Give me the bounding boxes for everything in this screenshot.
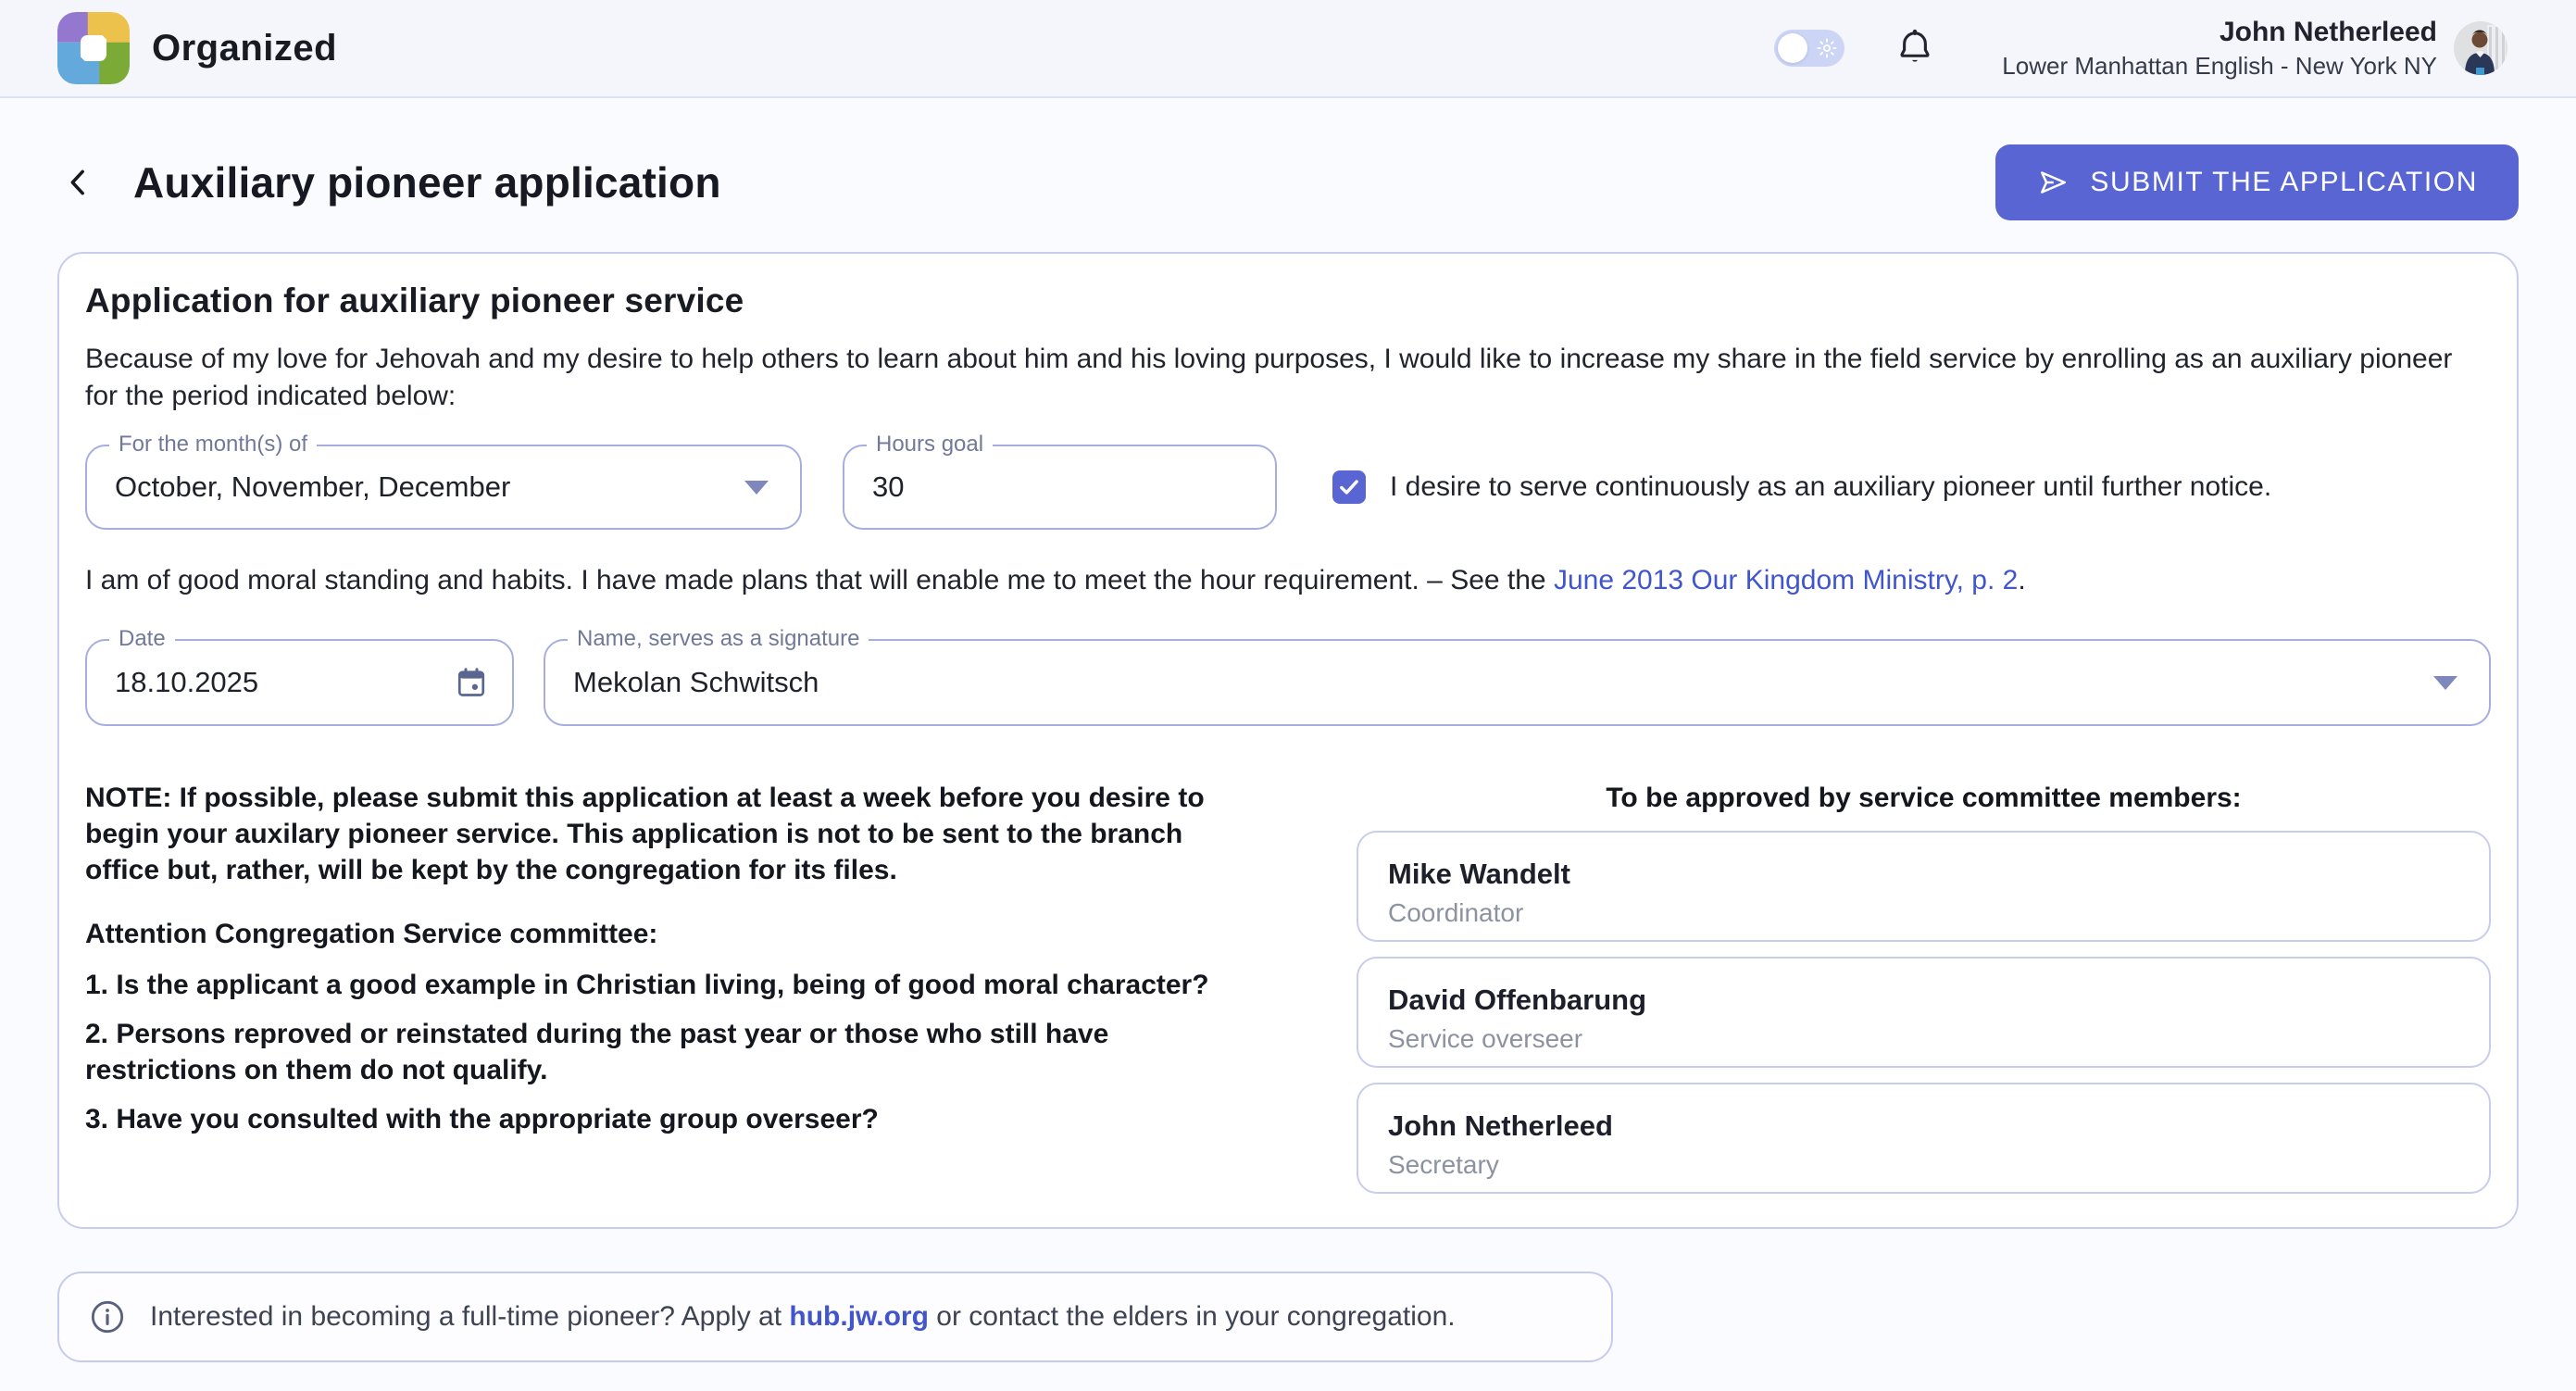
date-field-label: Date [109,626,175,652]
moral-statement: I am of good moral standing and habits. … [85,565,2491,596]
statement-period: . [2018,565,2025,595]
back-button[interactable] [57,161,100,204]
hub-jw-org-link[interactable]: hub.jw.org [789,1301,929,1332]
kingdom-ministry-link[interactable]: June 2013 Our Kingdom Ministry, p. 2 [1554,565,2018,595]
continuous-service-label: I desire to serve continuously as an aux… [1390,471,2271,503]
attention-paragraph: Attention Congregation Service committee… [85,916,1261,952]
submit-button-label: SUBMIT THE APPLICATION [2090,167,2478,198]
check-icon [1337,475,1361,499]
note-paragraph: NOTE: If possible, please submit this ap… [85,780,1261,888]
submit-application-button[interactable]: SUBMIT THE APPLICATION [1995,144,2519,220]
member-name: John Netherleed [1388,1109,2456,1144]
committee-member-card: John Netherleed Secretary [1357,1083,2491,1194]
notifications-bell-icon[interactable] [1894,28,1935,69]
approval-heading: To be approved by service committee memb… [1357,780,2491,816]
date-field[interactable]: Date 18.10.2025 [85,639,514,726]
info-text: Interested in becoming a full-time pione… [150,1301,1456,1333]
member-role: Service overseer [1388,1023,2456,1055]
page-title: Auxiliary pioneer application [133,157,721,207]
send-icon [2036,166,2070,199]
committee-member-card: David Offenbarung Service overseer [1357,957,2491,1068]
months-select[interactable]: For the month(s) of October, November, D… [85,445,802,530]
member-role: Coordinator [1388,897,2456,929]
info-circle-icon [89,1298,126,1335]
intro-paragraph: Because of my love for Jehovah and my de… [85,341,2474,415]
theme-toggle[interactable] [1774,30,1844,67]
app-name: Organized [152,28,337,69]
signature-name-value: Mekolan Schwitsch [573,666,819,699]
statement-text: I am of good moral standing and habits. … [85,565,1554,595]
pioneer-info-banner: Interested in becoming a full-time pione… [57,1272,1613,1362]
member-name: Mike Wandelt [1388,857,2456,892]
app-header: Organized John Netherleed [0,0,2576,98]
hours-goal-value: 30 [872,470,904,504]
card-heading: Application for auxiliary pioneer servic… [85,282,2491,320]
months-select-value: October, November, December [115,470,510,504]
user-avatar[interactable] [2454,21,2507,75]
calendar-icon [455,666,488,699]
committee-question-3: 3. Have you consulted with the appropria… [85,1101,1261,1137]
hours-goal-label: Hours goal [867,432,993,457]
page-title-row: Auxiliary pioneer application SUBMIT THE… [57,144,2519,220]
header-controls: John Netherleed Lower Manhattan English … [1774,16,2507,81]
notes-column: NOTE: If possible, please submit this ap… [85,780,1261,1194]
continuous-service-checkbox[interactable] [1332,470,1366,504]
info-prefix: Interested in becoming a full-time pione… [150,1301,789,1332]
user-name: John Netherleed [2002,16,2437,49]
date-field-value: 18.10.2025 [115,666,258,699]
member-name: David Offenbarung [1388,983,2456,1018]
application-card: Application for auxiliary pioneer servic… [57,252,2519,1229]
committee-question-1: 1. Is the applicant a good example in Ch… [85,967,1261,1003]
continuous-service-option: I desire to serve continuously as an aux… [1332,470,2271,504]
lower-columns: NOTE: If possible, please submit this ap… [85,780,2491,1194]
period-fields-row: For the month(s) of October, November, D… [85,445,2491,530]
approval-column: To be approved by service committee memb… [1357,780,2491,1194]
sun-icon [1817,38,1837,58]
user-block[interactable]: John Netherleed Lower Manhattan English … [2002,16,2437,81]
hours-goal-input[interactable]: Hours goal 30 [843,445,1277,530]
date-name-row: Date 18.10.2025 Name, serves as a signat… [85,639,2491,726]
signature-name-select[interactable]: Name, serves as a signature Mekolan Schw… [544,639,2491,726]
member-role: Secretary [1388,1149,2456,1181]
committee-member-card: Mike Wandelt Coordinator [1357,831,2491,942]
committee-question-2: 2. Persons reproved or reinstated during… [85,1016,1261,1088]
chevron-down-icon [744,481,769,495]
app-logo-icon[interactable] [57,12,130,84]
signature-name-label: Name, serves as a signature [568,626,869,652]
user-congregation: Lower Manhattan English - New York NY [2002,51,2437,81]
toggle-knob [1778,33,1807,63]
months-select-label: For the month(s) of [109,432,317,457]
info-suffix: or contact the elders in your congregati… [929,1301,1456,1332]
chevron-down-icon [2433,676,2457,690]
